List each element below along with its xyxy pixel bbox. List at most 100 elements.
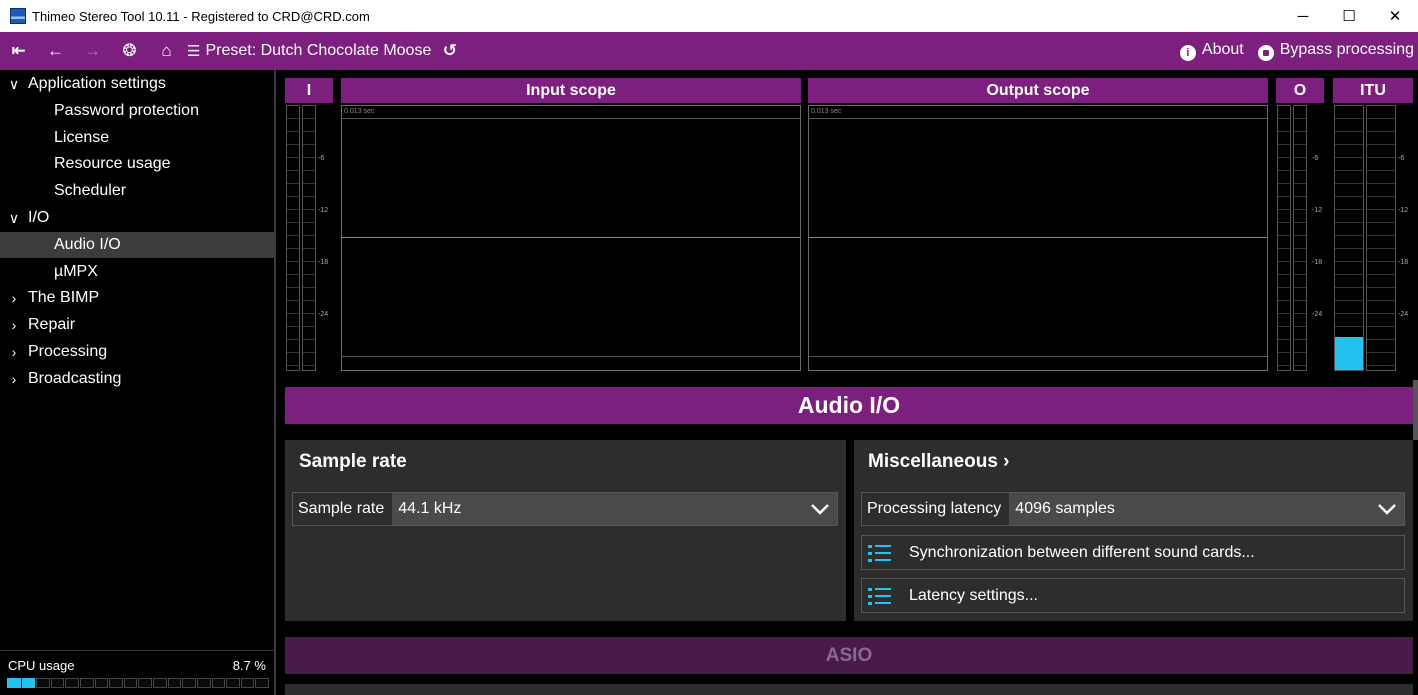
- sidebar-item-label: I/O: [28, 209, 50, 226]
- cpu-usage-panel: CPU usage 8.7 %: [0, 650, 274, 695]
- window-title: Thimeo Stereo Tool 10.11 - Registered to…: [32, 8, 370, 24]
- sidebar-item-label: Repair: [28, 316, 76, 334]
- sidebar-tree: ∨ Application settings Password protection…: [0, 70, 276, 695]
- about-label: About: [1201, 41, 1244, 58]
- cpu-bar-segment: [50, 678, 65, 688]
- minimize-button[interactable]: ─: [1280, 0, 1326, 32]
- cpu-bar-segment: [226, 678, 240, 688]
- sidebar-item[interactable]: Audio I/O: [0, 231, 274, 258]
- cpu-bar-segment: [109, 678, 123, 688]
- meter-scale-label: -18: [1398, 259, 1409, 266]
- meter-scale-label: -6: [1398, 155, 1405, 162]
- meter-scale-label: -18: [318, 259, 329, 266]
- input-meter-header: I: [285, 78, 333, 103]
- cpu-bar-segment: [123, 678, 138, 688]
- sample-rate-select[interactable]: Sample rate 44.1 kHz: [292, 492, 838, 526]
- chevron-right-icon: ›: [11, 370, 17, 387]
- itu-meter-left: [1334, 105, 1364, 371]
- preset-selector[interactable]: ☰ Preset: Dutch Chocolate Moose: [187, 42, 431, 60]
- sidebar-item[interactable]: › Processing: [0, 339, 274, 365]
- sidebar-item-label: Password protection: [54, 101, 199, 119]
- sidebar-item[interactable]: Scheduler: [0, 178, 274, 204]
- processing-latency-value: 4096 samples: [1009, 493, 1370, 525]
- meter-scale-label: -6: [1312, 155, 1319, 162]
- sidebar-item[interactable]: Password protection: [0, 98, 274, 124]
- sidebar-item[interactable]: Resource usage: [0, 151, 274, 177]
- meter-scale-label: -12: [1398, 207, 1409, 214]
- cpu-bar-segment: [153, 678, 167, 688]
- close-button[interactable]: ✕: [1372, 0, 1418, 32]
- dashboard-icon[interactable]: ❂: [111, 32, 148, 70]
- input-scope-header: Input scope: [341, 78, 801, 103]
- chevron-down-icon[interactable]: [1370, 493, 1404, 525]
- cpu-bar-segment: [7, 678, 21, 688]
- chevron-down-icon[interactable]: [803, 493, 837, 525]
- sample-rate-title: Sample rate: [299, 451, 407, 472]
- back-arrow-icon[interactable]: ←: [37, 32, 74, 70]
- chevron-right-icon: ›: [11, 290, 17, 307]
- sidebar-item[interactable]: ∨ I/O: [0, 205, 274, 231]
- bypass-button[interactable]: Bypass processing: [1257, 41, 1414, 61]
- section-title: Audio I/O: [285, 387, 1413, 424]
- sidebar-item-label: Resource usage: [54, 155, 171, 173]
- sidebar-item[interactable]: ∨ Application settings: [0, 71, 274, 97]
- checklist-icon: [868, 586, 892, 606]
- processing-latency-label: Processing latency: [867, 500, 1002, 517]
- processing-latency-select[interactable]: Processing latency 4096 samples: [861, 492, 1405, 526]
- sidebar-item[interactable]: µMPX: [0, 259, 274, 285]
- cpu-bar-segment: [21, 678, 36, 688]
- input-meter-left: [286, 105, 300, 371]
- itu-meter-header: ITU: [1333, 78, 1413, 103]
- cpu-bar-segment: [65, 678, 80, 688]
- sidebar-item-label: Broadcasting: [28, 369, 122, 387]
- toolbar: ⇤ ← → ❂ ⌂ ☰ Preset: Dutch Chocolate Moos…: [0, 32, 1418, 70]
- bypass-label: Bypass processing: [1279, 41, 1414, 58]
- meter-scale-label: -24: [1398, 311, 1409, 318]
- input-scope: 0.013 sec: [341, 105, 801, 371]
- itu-level-meter: [1333, 105, 1413, 371]
- sample-rate-panel: Sample rate Sample rate 44.1 kHz: [285, 440, 846, 621]
- cpu-bar-segment: [167, 678, 182, 688]
- maximize-button[interactable]: ☐: [1326, 0, 1372, 32]
- cpu-usage-value: 8.7 %: [232, 658, 266, 673]
- window-controls: ─ ☐ ✕: [1280, 0, 1418, 32]
- miscellaneous-panel: Miscellaneous › Processing latency 4096 …: [854, 440, 1413, 621]
- output-scope: 0.013 sec: [808, 105, 1268, 371]
- chevron-right-icon: ›: [11, 317, 17, 334]
- meter-scale-label: -12: [318, 207, 329, 214]
- input-meter-right: [302, 105, 316, 371]
- asio-panel: [285, 684, 1413, 695]
- about-button[interactable]: i About: [1179, 41, 1244, 61]
- itu-meter-right: [1366, 105, 1396, 371]
- sample-rate-label: Sample rate: [298, 500, 385, 517]
- sync-sound-cards-label: Synchronization between different sound …: [909, 543, 1255, 561]
- forward-arrow-icon[interactable]: →: [74, 32, 111, 70]
- sidebar-item[interactable]: › Repair: [0, 312, 274, 338]
- output-meter-header: O: [1276, 78, 1324, 103]
- scrollbar[interactable]: [1413, 380, 1418, 440]
- sidebar-item[interactable]: › Broadcasting: [0, 366, 274, 392]
- sidebar-item-label: Application settings: [28, 75, 166, 92]
- info-icon: i: [1179, 45, 1196, 61]
- sidebar-item[interactable]: License: [0, 125, 274, 151]
- stop-icon: [1257, 45, 1274, 61]
- cpu-bar-segment: [80, 678, 94, 688]
- miscellaneous-title[interactable]: Miscellaneous ›: [868, 451, 1010, 473]
- title-bar: Thimeo Stereo Tool 10.11 - Registered to…: [0, 0, 1418, 32]
- sidebar-item[interactable]: › The BIMP: [0, 285, 274, 311]
- meter-scale-label: -6: [318, 155, 325, 162]
- cpu-bar-segment: [138, 678, 153, 688]
- checklist-icon: [868, 543, 892, 563]
- home-icon[interactable]: ⌂: [148, 32, 185, 70]
- input-waveform: [342, 237, 800, 238]
- first-page-icon[interactable]: ⇤: [0, 32, 37, 70]
- latency-settings-label: Latency settings...: [909, 586, 1038, 604]
- output-scope-time: 0.013 sec: [811, 108, 842, 115]
- sync-sound-cards-button[interactable]: Synchronization between different sound …: [861, 535, 1405, 570]
- reset-preset-icon[interactable]: ↺: [431, 32, 468, 70]
- input-level-meter: [285, 105, 333, 371]
- sidebar-item-label: The BIMP: [28, 289, 100, 307]
- latency-settings-button[interactable]: Latency settings...: [861, 578, 1405, 613]
- meter-scale-label: -24: [1312, 311, 1323, 318]
- asio-section-header[interactable]: ASIO: [285, 637, 1413, 674]
